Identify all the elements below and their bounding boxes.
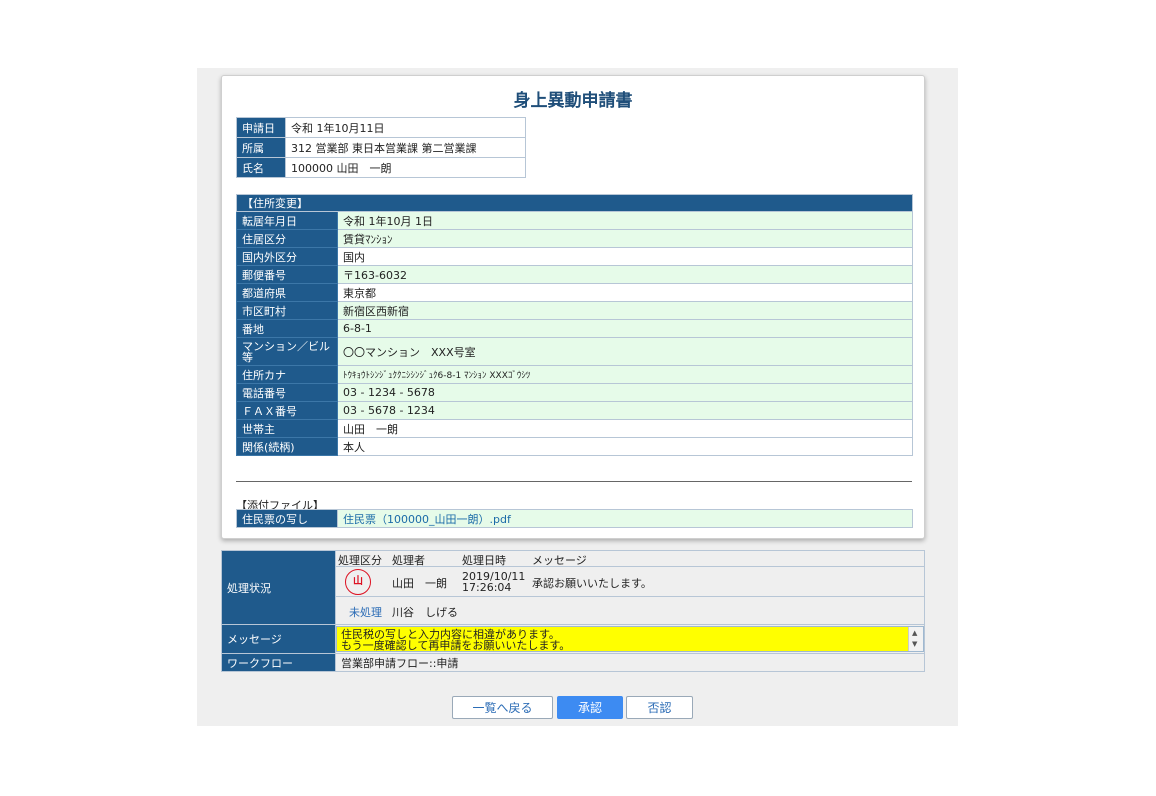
processed-row: 山 山田 一朗 2019/10/11 17:26:04 承認お願いいたします。 — [336, 567, 924, 597]
pending-row: 未処理 川谷 しげる — [336, 603, 924, 619]
scroll-up-icon[interactable]: ▲ — [912, 628, 917, 639]
attachment-file-link[interactable]: 住民票（100000_山田一朗）.pdf — [337, 509, 913, 528]
table-row: メッセージ 住民税の写しと入力内容に相違があります。 もう一度確認して再申請をお… — [221, 624, 925, 654]
row-value: 賃貸ﾏﾝｼｮﾝ — [337, 229, 913, 248]
message-label: メッセージ — [221, 624, 336, 654]
section-divider — [236, 481, 912, 482]
name-value: 100000 山田 一朗 — [285, 157, 526, 178]
table-row: 申請日 令和 1年10月11日 — [236, 117, 526, 138]
applicant-info-table: 申請日 令和 1年10月11日 所属 312 営業部 東日本営業課 第二営業課 … — [236, 117, 526, 178]
column-header: メッセージ — [532, 554, 587, 567]
attachments-table: 住民票の写し 住民票（100000_山田一朗）.pdf — [236, 509, 913, 528]
address-change-table: 【住所変更】 転居年月日 令和 1年10月 1日 住居区分 賃貸ﾏﾝｼｮﾝ 国内外区… — [236, 194, 913, 456]
table-row: 都道府県 東京都 — [236, 283, 913, 302]
processed-time: 17:26:04 — [462, 581, 512, 594]
row-label: 住所カナ — [236, 365, 338, 384]
row-value: 国内 — [337, 247, 913, 266]
row-value: 03 - 5678 - 1234 — [337, 401, 913, 420]
row-value: 〒163-6032 — [337, 265, 913, 284]
row-value: 03 - 1234 - 5678 — [337, 383, 913, 402]
department-label: 所属 — [236, 137, 286, 158]
table-row: 転居年月日 令和 1年10月 1日 — [236, 211, 913, 230]
row-label: 転居年月日 — [236, 211, 338, 230]
workflow-label: ワークフロー — [221, 653, 336, 672]
table-row: 氏名 100000 山田 一朗 — [236, 157, 526, 178]
table-row: 番地 6-8-1 — [236, 319, 913, 338]
scroll-down-icon[interactable]: ▼ — [912, 639, 917, 650]
table-row: 電話番号 03 - 1234 - 5678 — [236, 383, 913, 402]
status-label: 処理状況 — [221, 550, 336, 625]
table-row: 国内外区分 国内 — [236, 247, 913, 266]
message-line-2: もう一度確認して再申請をお願いいたします。 — [341, 639, 571, 652]
message-textarea[interactable]: 住民税の写しと入力内容に相違があります。 もう一度確認して再申請をお願いいたしま… — [336, 626, 924, 652]
processed-message: 承認お願いいたします。 — [532, 577, 652, 590]
row-label: 番地 — [236, 319, 338, 338]
message-scrollbar[interactable]: ▲ ▼ — [908, 627, 923, 651]
row-value: 6-8-1 — [337, 319, 913, 338]
table-row: 市区町村 新宿区西新宿 — [236, 301, 913, 320]
table-row: マンション／ビル等 〇〇マンション XXX号室 — [236, 337, 913, 366]
name-label: 氏名 — [236, 157, 286, 178]
approval-status-table: 処理状況 処理区分 処理者 処理日時 メッセージ 山 山田 一朗 2019/10… — [221, 550, 925, 672]
row-value: 〇〇マンション XXX号室 — [337, 337, 913, 366]
attachment-label: 住民票の写し — [236, 509, 338, 528]
table-row: 関係(続柄) 本人 — [236, 437, 913, 456]
row-label: 住居区分 — [236, 229, 338, 248]
row-value: 本人 — [337, 437, 913, 456]
approve-button[interactable]: 承認 — [557, 696, 623, 719]
table-row: 世帯主 山田 一朗 — [236, 419, 913, 438]
application-form-card: 身上異動申請書 申請日 令和 1年10月11日 所属 312 営業部 東日本営業… — [221, 75, 925, 539]
pending-status: 未処理 — [349, 606, 382, 619]
back-to-list-button[interactable]: 一覧へ戻る — [452, 696, 553, 719]
row-value: 新宿区西新宿 — [337, 301, 913, 320]
table-row: 処理状況 処理区分 処理者 処理日時 メッセージ 山 山田 一朗 2019/10… — [221, 550, 925, 625]
table-row: 住居区分 賃貸ﾏﾝｼｮﾝ — [236, 229, 913, 248]
pending-approver-name: 川谷 しげる — [392, 606, 458, 619]
department-value: 312 営業部 東日本営業課 第二営業課 — [285, 137, 526, 158]
workflow-value: 営業部申請フロー::申請 — [335, 653, 925, 672]
row-label: 市区町村 — [236, 301, 338, 320]
address-section-title: 【住所変更】 — [236, 194, 913, 212]
reject-button[interactable]: 否認 — [626, 696, 693, 719]
table-row: 郵便番号 〒163-6032 — [236, 265, 913, 284]
row-value: 令和 1年10月 1日 — [337, 211, 913, 230]
column-header: 処理日時 — [462, 554, 506, 567]
page-title: 身上異動申請書 — [513, 91, 633, 111]
row-value: 東京都 — [337, 283, 913, 302]
application-date-value: 令和 1年10月11日 — [285, 117, 526, 138]
row-label: 世帯主 — [236, 419, 338, 438]
column-header: 処理区分 — [338, 554, 382, 567]
row-label: 電話番号 — [236, 383, 338, 402]
row-label: 郵便番号 — [236, 265, 338, 284]
table-row: 住民票の写し 住民票（100000_山田一朗）.pdf — [236, 509, 913, 528]
table-row: ＦＡＸ番号 03 - 5678 - 1234 — [236, 401, 913, 420]
table-row: 所属 312 営業部 東日本営業課 第二営業課 — [236, 137, 526, 158]
processor-name: 山田 一朗 — [392, 577, 447, 590]
row-value: 山田 一朗 — [337, 419, 913, 438]
section-header-row: 【住所変更】 — [236, 194, 913, 212]
row-label: マンション／ビル等 — [236, 337, 338, 366]
table-row: 住所カナ ﾄｳｷｮｳﾄｼﾝｼﾞｭｸｸﾆｼｼﾝｼﾞｭｸ6-8-1 ﾏﾝｼｮﾝ XXX… — [236, 365, 913, 384]
status-header-row: 処理区分 処理者 処理日時 メッセージ — [336, 551, 924, 567]
status-detail-cell: 処理区分 処理者 処理日時 メッセージ 山 山田 一朗 2019/10/11 1… — [335, 550, 925, 625]
row-label: ＦＡＸ番号 — [236, 401, 338, 420]
row-value: ﾄｳｷｮｳﾄｼﾝｼﾞｭｸｸﾆｼｼﾝｼﾞｭｸ6-8-1 ﾏﾝｼｮﾝ XXXｺﾞｳｼ… — [337, 365, 913, 384]
approval-stamp-icon: 山 — [345, 569, 371, 595]
table-row: ワークフロー 営業部申請フロー::申請 — [221, 653, 925, 672]
message-cell: 住民税の写しと入力内容に相違があります。 もう一度確認して再申請をお願いいたしま… — [335, 624, 925, 654]
row-label: 関係(続柄) — [236, 437, 338, 456]
column-header: 処理者 — [392, 554, 425, 567]
row-label: 国内外区分 — [236, 247, 338, 266]
application-date-label: 申請日 — [236, 117, 286, 138]
row-label: 都道府県 — [236, 283, 338, 302]
